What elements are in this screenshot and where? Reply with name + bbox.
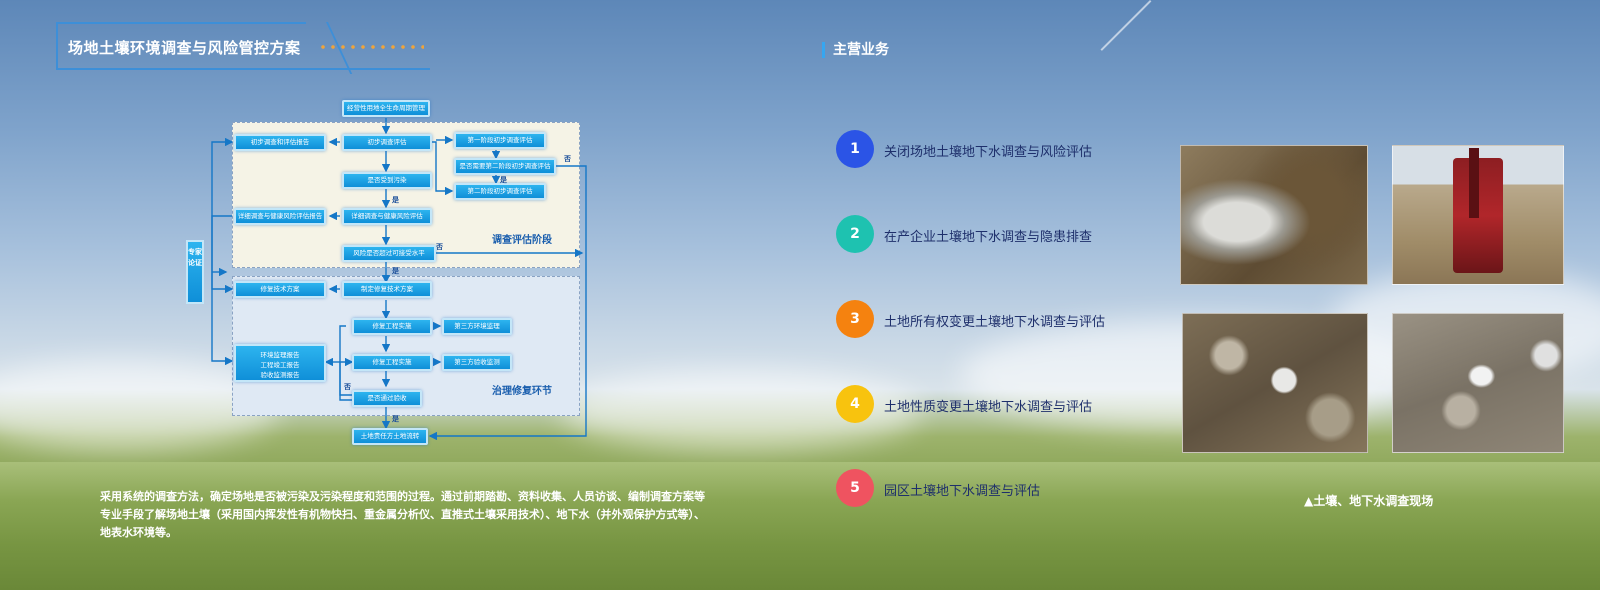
photo-caption: ▲土壤、地下水调查现场 bbox=[1304, 494, 1434, 508]
node-risk-check: 风险是否超过可接受水平 bbox=[342, 245, 436, 262]
page-title: 场地土壤环境调查与风险管控方案 bbox=[68, 39, 301, 57]
edge-label-yes: 是 bbox=[500, 176, 507, 184]
business-item: 3 土地所有权变更土壤地下水调查与评估 bbox=[836, 300, 1176, 338]
stage-label-remediation: 治理修复环节 bbox=[492, 386, 552, 397]
node-transfer: 土地责任方土地流转 bbox=[352, 428, 428, 445]
business-item-label: 土地性质变更土壤地下水调查与评估 bbox=[884, 400, 1093, 415]
drill-rig bbox=[1453, 148, 1503, 273]
node-work-1: 修复工程实施 bbox=[352, 318, 432, 335]
site-photo-soil-ground bbox=[1392, 313, 1564, 453]
stage-label-investigation: 调查评估阶段 bbox=[492, 235, 552, 246]
business-item: 1 关闭场地土壤地下水调查与风险评估 bbox=[836, 130, 1176, 168]
business-item-number: 4 bbox=[836, 385, 874, 423]
method-description: 采用系统的调查方法，确定场地是否被污染及污染程度和范围的过程。通过前期踏勘、资料… bbox=[100, 490, 705, 539]
light-streak bbox=[1100, 0, 1152, 51]
edge-label-no: 否 bbox=[564, 155, 571, 163]
business-item: 2 在产企业土壤地下水调查与隐患排查 bbox=[836, 215, 1176, 253]
business-item-number: 5 bbox=[836, 469, 874, 507]
business-item-number: 1 bbox=[836, 130, 874, 168]
node-polluted: 是否受到污染 bbox=[342, 172, 432, 189]
node-phase2: 第二阶段初步调查评估 bbox=[454, 183, 546, 200]
node-detailed-report: 详细调查与健康风险评估报告 bbox=[234, 208, 326, 225]
site-photo-soil-sample bbox=[1180, 145, 1368, 285]
business-item: 4 土地性质变更土壤地下水调查与评估 bbox=[836, 385, 1176, 423]
business-item-label: 在产企业土壤地下水调查与隐患排查 bbox=[884, 230, 1093, 245]
node-prelim-report: 初步调查和评估报告 bbox=[234, 134, 326, 151]
node-make-plan: 制定修复技术方案 bbox=[342, 281, 432, 298]
node-passed: 是否通过验收 bbox=[352, 390, 422, 407]
node-need-phase2: 是否需要第二阶段初步调查评估 bbox=[454, 158, 556, 175]
business-item: 5 园区土壤地下水调查与评估 bbox=[836, 469, 1176, 507]
edge-label-yes: 是 bbox=[392, 415, 399, 423]
node-env-monitor: 第三方环境监理 bbox=[442, 318, 512, 335]
node-acceptance-monitor: 第三方验收监测 bbox=[442, 354, 512, 371]
edge-label-yes: 是 bbox=[392, 267, 399, 275]
dotted-decoration bbox=[318, 44, 424, 50]
node-prelim-eval: 初步调查评估 bbox=[342, 134, 432, 151]
expert-review-node: 专家论证 bbox=[186, 240, 204, 304]
node-lifecycle: 经营性用地全生命周期管理 bbox=[342, 100, 430, 117]
edge-label-yes: 是 bbox=[392, 196, 399, 204]
process-flowchart: 经营性用地全生命周期管理 初步调查评估 初步调查和评估报告 第一阶段初步调查评估… bbox=[186, 96, 602, 462]
business-item-number: 3 bbox=[836, 300, 874, 338]
edge-label-no: 否 bbox=[436, 243, 443, 251]
business-item-label: 关闭场地土壤地下水调查与风险评估 bbox=[884, 145, 1093, 160]
edge-label-no: 否 bbox=[344, 383, 351, 391]
node-detailed-eval: 详细调查与健康风险评估 bbox=[342, 208, 432, 225]
title-underline bbox=[296, 68, 430, 70]
business-item-label: 园区土壤地下水调查与评估 bbox=[884, 484, 1041, 499]
node-plan: 修复技术方案 bbox=[234, 281, 326, 298]
node-reports: 环境监理报告 工程竣工报告 验收监测报告 bbox=[234, 344, 326, 382]
business-title: 主营业务 bbox=[822, 42, 889, 58]
node-phase1: 第一阶段初步调查评估 bbox=[454, 132, 546, 149]
business-item-label: 土地所有权变更土壤地下水调查与评估 bbox=[884, 315, 1106, 330]
business-item-number: 2 bbox=[836, 215, 874, 253]
site-photo-soil-core bbox=[1182, 313, 1368, 453]
site-photo-drill-rig bbox=[1392, 145, 1564, 285]
node-work-2: 修复工程实施 bbox=[352, 354, 432, 371]
